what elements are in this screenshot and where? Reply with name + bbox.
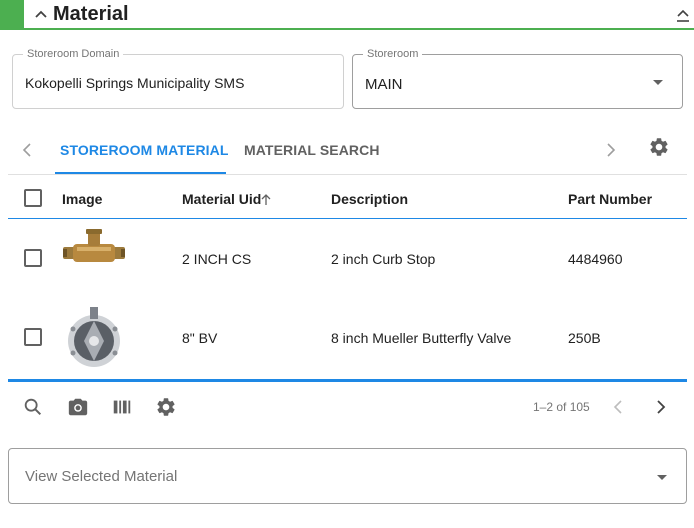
row-checkbox[interactable] bbox=[24, 328, 42, 346]
table-footer-divider bbox=[8, 379, 687, 382]
search-icon[interactable] bbox=[22, 396, 44, 418]
storeroom-dropdown-icon[interactable] bbox=[653, 80, 663, 85]
butterfly-valve-image bbox=[68, 307, 120, 367]
tab-settings-icon[interactable] bbox=[648, 136, 670, 158]
settings-icon[interactable] bbox=[155, 396, 177, 418]
next-page-icon[interactable] bbox=[656, 399, 666, 415]
view-selected-material-select[interactable]: View Selected Material bbox=[8, 448, 687, 504]
collapse-icon[interactable] bbox=[676, 8, 690, 24]
tab-material-search[interactable]: MATERIAL SEARCH bbox=[244, 142, 380, 158]
table-row[interactable]: 2 INCH CS 2 inch Curb Stop 4484960 bbox=[8, 219, 687, 299]
active-tab-indicator bbox=[55, 172, 226, 174]
storeroom-domain-field[interactable]: Storeroom Domain Kokopelli Springs Munic… bbox=[12, 48, 344, 109]
part-number-cell: 4484960 bbox=[568, 251, 623, 267]
view-selected-dropdown-icon[interactable] bbox=[657, 475, 667, 480]
curb-stop-image bbox=[63, 229, 125, 262]
camera-icon[interactable] bbox=[67, 396, 89, 418]
sort-ascending-icon[interactable] bbox=[260, 193, 272, 206]
storeroom-select[interactable]: Storeroom MAIN bbox=[352, 48, 683, 109]
tab-scroll-left-icon[interactable] bbox=[22, 142, 32, 158]
storeroom-domain-label: Storeroom Domain bbox=[23, 48, 124, 60]
table-header: Image Material Uid Description Part Numb… bbox=[8, 176, 687, 219]
tab-storeroom-material[interactable]: STOREROOM MATERIAL bbox=[60, 142, 229, 158]
storeroom-value: MAIN bbox=[365, 76, 403, 93]
storeroom-label: Storeroom bbox=[363, 48, 423, 60]
storeroom-domain-value: Kokopelli Springs Municipality SMS bbox=[25, 75, 245, 91]
column-header-image[interactable]: Image bbox=[62, 191, 102, 207]
pagination-range: 1–2 of 105 bbox=[533, 400, 590, 414]
select-all-checkbox[interactable] bbox=[24, 189, 42, 207]
chevron-up-icon[interactable] bbox=[34, 7, 48, 21]
section-accent-bar bbox=[0, 0, 24, 28]
description-cell: 2 inch Curb Stop bbox=[331, 251, 436, 267]
table-row[interactable]: 8" BV 8 inch Mueller Butterfly Valve 250… bbox=[8, 299, 687, 379]
column-header-material-uid[interactable]: Material Uid bbox=[182, 191, 261, 207]
section-title: Material bbox=[53, 3, 129, 25]
row-checkbox[interactable] bbox=[24, 249, 42, 267]
material-uid-cell: 8" BV bbox=[182, 330, 218, 346]
section-header: Material bbox=[0, 0, 694, 30]
material-uid-cell: 2 INCH CS bbox=[182, 251, 252, 267]
view-selected-material-placeholder: View Selected Material bbox=[25, 468, 178, 485]
description-cell: 8 inch Mueller Butterfly Valve bbox=[331, 330, 512, 346]
tab-scroll-right-icon[interactable] bbox=[606, 142, 616, 158]
previous-page-icon[interactable] bbox=[613, 399, 623, 415]
tab-bar: STOREROOM MATERIAL MATERIAL SEARCH bbox=[8, 125, 687, 175]
part-number-cell: 250B bbox=[568, 330, 601, 346]
column-header-description[interactable]: Description bbox=[331, 191, 408, 207]
barcode-icon[interactable] bbox=[111, 396, 133, 418]
column-header-part-number[interactable]: Part Number bbox=[568, 191, 652, 207]
